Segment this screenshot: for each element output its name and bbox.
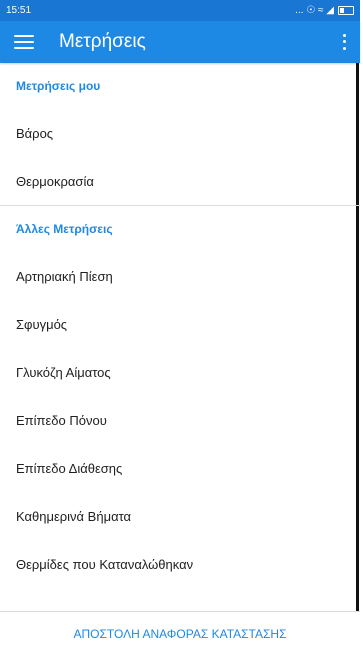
list-item-mood-level[interactable]: Επίπεδο Διάθεσης: [0, 444, 360, 492]
section-header-my-measurements: Μετρήσεις μου: [16, 79, 101, 93]
list-item-blood-pressure[interactable]: Αρτηριακή Πίεση: [0, 252, 360, 300]
app-toolbar: Μετρήσεις: [0, 21, 360, 63]
list-item-weight[interactable]: Βάρος: [0, 109, 360, 157]
status-icons: ... ☉ ≈ ◢: [295, 5, 354, 16]
hamburger-menu-icon[interactable]: [14, 35, 34, 49]
more-vert-icon[interactable]: [336, 32, 352, 52]
list-item-blood-glucose[interactable]: Γλυκόζη Αίματος: [0, 348, 360, 396]
status-time: 15:51: [6, 5, 32, 16]
send-status-report-button[interactable]: ΑΠΟΣΤΟΛΗ ΑΝΑΦΟΡΑΣ ΚΑΤΑΣΤΑΣΗΣ: [0, 611, 360, 655]
section-header-other-measurements: Άλλες Μετρήσεις: [16, 222, 113, 236]
list-item-daily-steps[interactable]: Καθημερινά Βήματα: [0, 492, 360, 540]
measurements-list: Μετρήσεις μου Βάρος Θερμοκρασία Άλλες Με…: [0, 63, 360, 588]
status-bar: 15:51 ... ☉ ≈ ◢: [0, 0, 360, 21]
list-item-temperature[interactable]: Θερμοκρασία: [0, 157, 360, 205]
battery-icon: [338, 6, 354, 15]
page-title: Μετρήσεις: [59, 31, 146, 52]
list-item-pulse[interactable]: Σφυγμός: [0, 300, 360, 348]
status-indicators: ... ☉ ≈ ◢: [295, 5, 334, 16]
list-item-calories-consumed[interactable]: Θερμίδες που Καταναλώθηκαν: [0, 540, 360, 588]
list-item-pain-level[interactable]: Επίπεδο Πόνου: [0, 396, 360, 444]
